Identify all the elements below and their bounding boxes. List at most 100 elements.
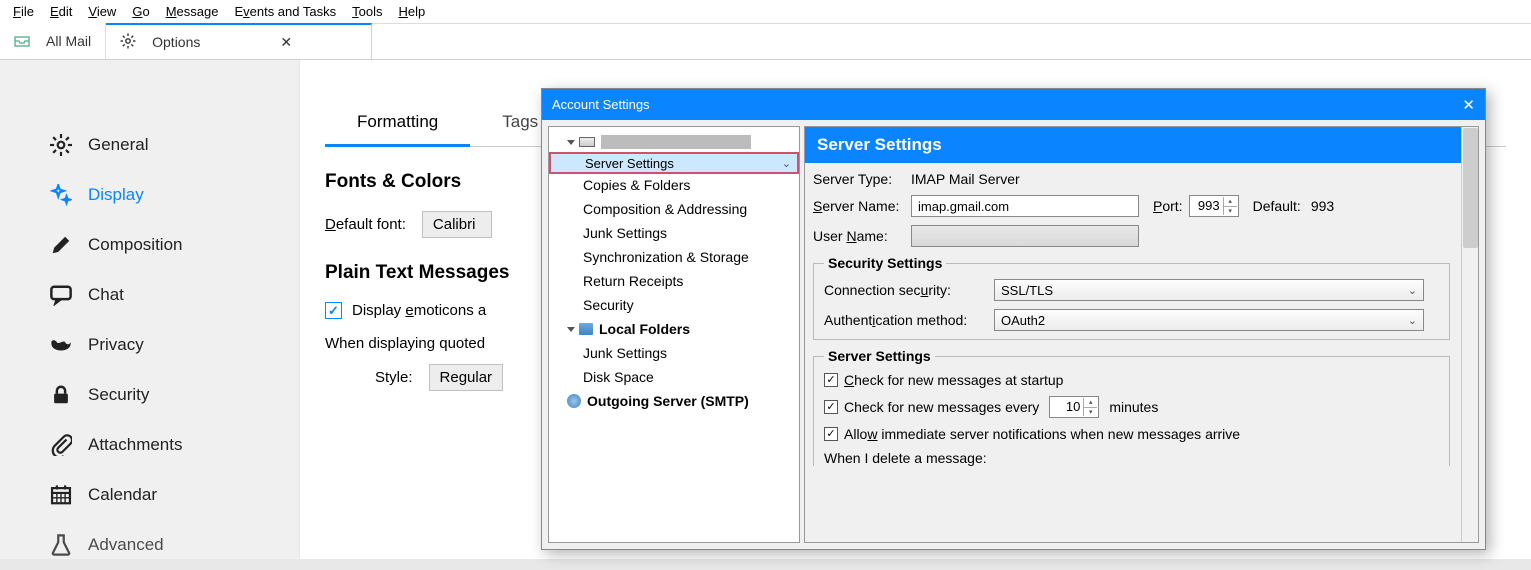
tab-close-icon[interactable]: ✕ [280,34,292,51]
default-font-label: Default font: [325,216,406,233]
check-startup-checkbox[interactable] [824,373,838,387]
sidebar-label: General [88,135,148,155]
check-every-label: Check for new messages every [844,399,1039,415]
scrollbar[interactable] [1461,127,1478,542]
menu-message[interactable]: Message [158,2,227,21]
chevron-down-icon[interactable] [567,140,575,145]
sidebar-item-general[interactable]: General [30,120,284,170]
flask-icon [50,534,72,556]
sidebar-item-security[interactable]: Security [30,370,284,420]
sidebar-label: Chat [88,285,124,305]
folder-icon [579,323,593,335]
minutes-label: minutes [1109,399,1158,415]
style-combo[interactable]: Regular [429,364,504,391]
account-name-redacted [601,135,751,149]
scrollbar-thumb[interactable] [1463,128,1478,248]
dialog-title: Account Settings [552,97,650,112]
tree-junk[interactable]: Junk Settings [549,221,799,245]
gear-icon [120,33,144,52]
server-fieldset: Server Settings Check for new messages a… [813,348,1450,466]
security-legend: Security Settings [824,255,946,271]
tree-server-settings[interactable]: Server Settings [549,152,799,174]
menu-edit[interactable]: Edit [42,2,80,21]
sidebar-item-calendar[interactable]: Calendar [30,470,284,520]
lock-icon [50,384,72,406]
options-sidebar: General Display Composition Chat Privacy… [0,60,300,559]
tree-smtp[interactable]: Outgoing Server (SMTP) [549,389,799,413]
subtab-formatting[interactable]: Formatting [325,100,470,147]
tree-sync[interactable]: Synchronization & Storage [549,245,799,269]
server-legend: Server Settings [824,348,935,364]
allow-notify-label: Allow immediate server notifications whe… [844,426,1240,442]
allow-notify-checkbox[interactable] [824,427,838,441]
account-settings-dialog: Account Settings ✕ Server Settings Copie… [541,88,1486,550]
auth-select[interactable]: OAuth2 [994,309,1424,331]
tree-security[interactable]: Security [549,293,799,317]
sidebar-item-advanced[interactable]: Advanced [30,520,284,570]
chat-icon [50,284,72,306]
delete-label: When I delete a message: [824,450,987,466]
spin-buttons[interactable]: ▴▾ [1083,398,1097,416]
inbox-icon [14,32,38,51]
tab-label: All Mail [46,33,91,49]
default-port-value: 993 [1311,198,1334,214]
tree-junk2[interactable]: Junk Settings [549,341,799,365]
sidebar-label: Calendar [88,485,157,505]
sidebar-label: Composition [88,235,183,255]
account-tree[interactable]: Server Settings Copies & Folders Composi… [548,126,800,543]
sidebar-label: Advanced [88,535,164,555]
sidebar-item-composition[interactable]: Composition [30,220,284,270]
connection-select[interactable]: SSL/TLS [994,279,1424,301]
mask-icon [50,334,72,356]
tree-account[interactable] [549,131,799,153]
tab-label: Options [152,34,200,50]
menu-file[interactable]: File [5,2,42,21]
user-name-input[interactable] [911,225,1139,247]
check-every-checkbox[interactable] [824,400,838,414]
globe-icon [567,394,581,408]
check-every-input[interactable]: 10 ▴▾ [1049,396,1099,418]
close-icon[interactable]: ✕ [1462,96,1475,114]
tree-copies[interactable]: Copies & Folders [549,173,799,197]
sparkle-icon [50,184,72,206]
sidebar-item-privacy[interactable]: Privacy [30,320,284,370]
sidebar-label: Attachments [88,435,183,455]
menu-go[interactable]: Go [124,2,157,21]
pencil-icon [50,234,72,256]
spin-buttons[interactable]: ▴▾ [1223,197,1237,215]
tab-options[interactable]: Options ✕ [106,23,372,59]
tree-composition[interactable]: Composition & Addressing [549,197,799,221]
menu-tools[interactable]: Tools [344,2,390,21]
tree-local-folders[interactable]: Local Folders [549,317,799,341]
emoticons-checkbox[interactable] [325,302,342,319]
server-name-label: Server Name: [813,198,911,214]
tab-all-mail[interactable]: All Mail [0,23,106,59]
connection-label: Connection security: [824,282,994,298]
chevron-down-icon[interactable] [567,327,575,332]
settings-panel: Server Settings Server Type: IMAP Mail S… [804,126,1479,543]
sidebar-item-chat[interactable]: Chat [30,270,284,320]
port-label: Port: [1153,198,1183,214]
dialog-titlebar[interactable]: Account Settings ✕ [542,89,1485,120]
quoted-label: When displaying quoted [325,335,485,352]
user-name-label: User Name: [813,228,911,244]
tree-disk[interactable]: Disk Space [549,365,799,389]
style-label: Style: [375,369,413,386]
port-input[interactable]: 993 ▴▾ [1189,195,1239,217]
server-type-value: IMAP Mail Server [911,171,1020,187]
menu-events[interactable]: Events and Tasks [226,2,344,21]
check-startup-label: Check for new messages at startup [844,372,1063,388]
default-font-combo[interactable]: Calibri [422,211,492,238]
tree-receipts[interactable]: Return Receipts [549,269,799,293]
server-type-label: Server Type: [813,171,911,187]
auth-label: Authentication method: [824,312,994,328]
sidebar-item-attachments[interactable]: Attachments [30,420,284,470]
server-name-input[interactable] [911,195,1139,217]
calendar-icon [50,484,72,506]
menu-help[interactable]: Help [390,2,433,21]
menu-view[interactable]: View [80,2,124,21]
panel-heading: Server Settings [805,127,1462,163]
sidebar-item-display[interactable]: Display [30,170,284,220]
emoticons-label: Display emoticons a [352,302,486,319]
tab-bar: All Mail Options ✕ [0,24,1531,60]
